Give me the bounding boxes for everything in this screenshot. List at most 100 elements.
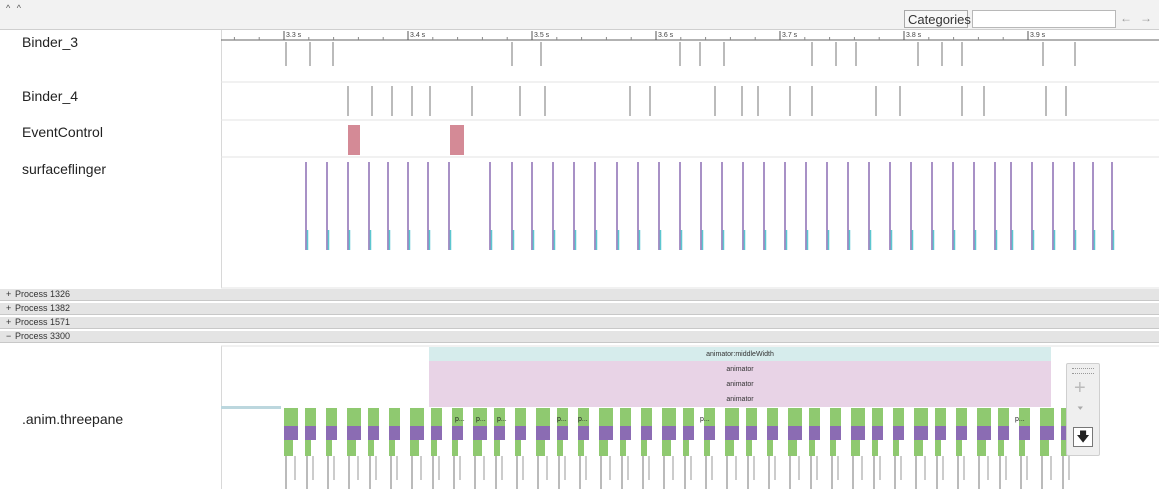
frame-subslice[interactable] — [515, 440, 521, 456]
frame-subslice[interactable] — [830, 426, 841, 440]
frame-slice[interactable] — [809, 408, 820, 426]
frame-subslice[interactable] — [683, 426, 694, 440]
frame-subslice[interactable] — [809, 426, 820, 440]
frame-subslice[interactable] — [368, 440, 374, 456]
frame-subslice[interactable] — [956, 426, 967, 440]
event-slice[interactable] — [450, 125, 464, 155]
frame-subslice[interactable] — [914, 440, 923, 456]
frame-subslice[interactable] — [767, 440, 773, 456]
frame-slice[interactable] — [641, 408, 652, 426]
frame-subslice[interactable] — [935, 440, 941, 456]
frame-slice[interactable] — [620, 408, 631, 426]
frame-slice[interactable] — [746, 408, 757, 426]
frame-slice[interactable] — [431, 408, 442, 426]
frame-subslice[interactable] — [452, 440, 458, 456]
frame-subslice[interactable] — [473, 426, 487, 440]
frame-slice[interactable] — [410, 408, 424, 426]
frame-subslice[interactable] — [494, 426, 505, 440]
frame-slice[interactable] — [788, 408, 802, 426]
frame-slice[interactable] — [872, 408, 883, 426]
frame-slice[interactable] — [956, 408, 967, 426]
drag-handle[interactable] — [1072, 368, 1094, 374]
frame-subslice[interactable] — [893, 440, 899, 456]
frame-subslice[interactable] — [872, 426, 883, 440]
select-arrow-icon[interactable]: 🢓 — [1077, 404, 1084, 425]
frame-slice[interactable] — [830, 408, 841, 426]
frame-slice[interactable] — [935, 408, 946, 426]
frame-subslice[interactable] — [326, 440, 332, 456]
frame-subslice[interactable] — [305, 440, 311, 456]
frame-subslice[interactable] — [683, 440, 689, 456]
frame-subslice[interactable] — [389, 426, 400, 440]
frame-subslice[interactable] — [536, 426, 550, 440]
frame-subslice[interactable] — [725, 440, 734, 456]
frame-slice[interactable] — [515, 408, 526, 426]
frame-subslice[interactable] — [809, 440, 815, 456]
frame-subslice[interactable] — [410, 426, 424, 440]
frame-subslice[interactable] — [977, 426, 991, 440]
frame-slice[interactable] — [914, 408, 928, 426]
frame-slice[interactable] — [536, 408, 550, 426]
frame-subslice[interactable] — [305, 426, 316, 440]
frame-slice[interactable] — [347, 408, 361, 426]
frame-subslice[interactable] — [872, 440, 878, 456]
frame-subslice[interactable] — [557, 440, 563, 456]
frame-subslice[interactable] — [851, 440, 860, 456]
frame-subslice[interactable] — [284, 426, 298, 440]
timeline-canvas[interactable]: 3.3 s 3.4 s 3.5 s 3.6 s 3.7 s 3.8 s 3.9 s anim… — [0, 0, 1159, 489]
frame-slice[interactable] — [1040, 408, 1054, 426]
frame-subslice[interactable] — [830, 440, 836, 456]
frame-subslice[interactable] — [599, 426, 613, 440]
frame-subslice[interactable] — [998, 426, 1009, 440]
frame-subslice[interactable] — [599, 440, 608, 456]
frame-subslice[interactable] — [1040, 426, 1054, 440]
frame-subslice[interactable] — [914, 426, 928, 440]
frame-slice[interactable] — [368, 408, 379, 426]
frame-slice[interactable] — [725, 408, 739, 426]
frame-slice[interactable] — [284, 408, 298, 426]
frame-subslice[interactable] — [935, 426, 946, 440]
frame-subslice[interactable] — [410, 440, 419, 456]
frame-subslice[interactable] — [788, 440, 797, 456]
frame-slice[interactable] — [998, 408, 1009, 426]
frame-slice[interactable] — [893, 408, 904, 426]
frame-subslice[interactable] — [1019, 440, 1025, 456]
frame-subslice[interactable] — [956, 440, 962, 456]
frame-subslice[interactable] — [851, 426, 865, 440]
frame-subslice[interactable] — [641, 426, 652, 440]
frame-subslice[interactable] — [347, 440, 356, 456]
frame-subslice[interactable] — [431, 440, 437, 456]
zoom-in-icon[interactable]: + — [1074, 378, 1086, 398]
frame-subslice[interactable] — [347, 426, 361, 440]
frame-slice[interactable] — [305, 408, 316, 426]
frame-slice[interactable] — [977, 408, 991, 426]
frame-subslice[interactable] — [431, 426, 442, 440]
frame-slice[interactable] — [851, 408, 865, 426]
frame-subslice[interactable] — [473, 440, 482, 456]
frame-subslice[interactable] — [536, 440, 545, 456]
frame-subslice[interactable] — [515, 426, 526, 440]
frame-subslice[interactable] — [788, 426, 802, 440]
frame-slice[interactable] — [662, 408, 676, 426]
event-slice[interactable] — [348, 125, 360, 155]
frame-subslice[interactable] — [578, 440, 584, 456]
frame-subslice[interactable] — [998, 440, 1004, 456]
frame-subslice[interactable] — [746, 440, 752, 456]
frame-subslice[interactable] — [662, 440, 671, 456]
frame-subslice[interactable] — [767, 426, 778, 440]
frame-subslice[interactable] — [725, 426, 739, 440]
frame-subslice[interactable] — [578, 426, 589, 440]
frame-slice[interactable] — [389, 408, 400, 426]
frame-subslice[interactable] — [1040, 440, 1049, 456]
frame-subslice[interactable] — [452, 426, 463, 440]
frame-subslice[interactable] — [746, 426, 757, 440]
frame-subslice[interactable] — [662, 426, 676, 440]
frame-subslice[interactable] — [704, 440, 710, 456]
pan-icon[interactable]: 🡇 — [1073, 427, 1093, 447]
frame-subslice[interactable] — [1019, 426, 1030, 440]
frame-subslice[interactable] — [389, 440, 395, 456]
frame-slice[interactable] — [326, 408, 337, 426]
frame-slice[interactable] — [683, 408, 694, 426]
frame-subslice[interactable] — [284, 440, 293, 456]
frame-subslice[interactable] — [893, 426, 904, 440]
